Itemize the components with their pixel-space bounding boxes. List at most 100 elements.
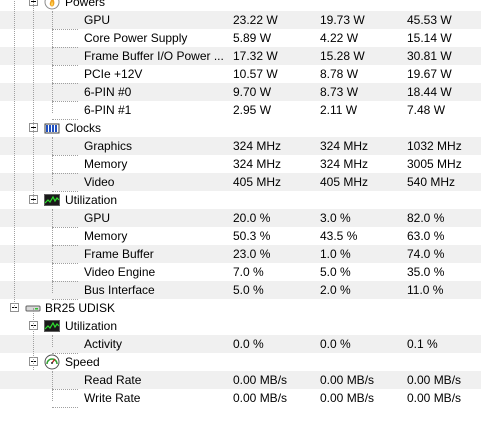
max-value: 35.0 % (407, 265, 445, 279)
current-value: 324 MHz (233, 157, 282, 171)
group-speed[interactable]: Speed (0, 353, 481, 371)
max-value: 1032 MHz (407, 139, 462, 153)
max-value: 30.81 W (407, 49, 452, 63)
max-value: 45.53 W (407, 13, 452, 27)
sensor-row[interactable]: 6-PIN #0 9.70 W 8.73 W 18.44 W (0, 83, 481, 101)
current-value: 5.0 % (233, 283, 264, 297)
sensor-label: Graphics (84, 139, 133, 153)
sensor-row[interactable]: Graphics 324 MHz 324 MHz 1032 MHz (0, 137, 481, 155)
max-value: 7.48 W (407, 103, 446, 117)
group-label: Utilization (65, 193, 118, 207)
group-label: Utilization (65, 319, 118, 333)
group-utilization[interactable]: Utilization (0, 317, 481, 335)
current-value: 10.57 W (233, 67, 278, 81)
max-value: 11.0 % (407, 283, 444, 297)
current-value: 0.00 MB/s (233, 391, 288, 405)
min-value: 324 MHz (320, 157, 369, 171)
min-value: 0.0 % (320, 337, 351, 351)
sensor-label: 6-PIN #1 (84, 103, 132, 117)
min-value: 15.28 W (320, 49, 365, 63)
current-value: 0.00 MB/s (233, 373, 288, 387)
sensor-label: Bus Interface (84, 283, 155, 297)
min-value: 405 MHz (320, 175, 369, 189)
group-powers[interactable]: Powers (0, 0, 481, 11)
group-utilization[interactable]: Utilization (0, 191, 481, 209)
device-br25-udisk[interactable]: BR25 UDISK (0, 299, 481, 317)
sensor-label: Core Power Supply (84, 31, 188, 45)
speedometer-icon (44, 354, 60, 370)
max-value: 82.0 % (407, 211, 445, 225)
sensor-label: Video (84, 175, 115, 189)
sensor-label: 6-PIN #0 (84, 85, 132, 99)
group-clocks[interactable]: Clocks (0, 119, 481, 137)
sensor-row[interactable]: Memory 324 MHz 324 MHz 3005 MHz (0, 155, 481, 173)
sensor-row[interactable]: GPU 20.0 % 3.0 % 82.0 % (0, 209, 481, 227)
current-value: 5.89 W (233, 31, 272, 45)
sensor-label: Video Engine (84, 265, 156, 279)
sensor-row[interactable]: Frame Buffer 23.0 % 1.0 % 74.0 % (0, 245, 481, 263)
sensor-tree: Powers GPU 23.22 W 19.73 W 45.53 W Core Pow… (0, 0, 481, 408)
current-value: 23.0 % (233, 247, 271, 261)
max-value: 63.0 % (407, 229, 445, 243)
current-value: 2.95 W (233, 103, 272, 117)
sensor-label: Read Rate (84, 373, 142, 387)
sensor-label: Activity (84, 337, 123, 351)
group-label: Powers (65, 0, 106, 9)
sensor-row[interactable]: GPU 23.22 W 19.73 W 45.53 W (0, 11, 481, 29)
current-value: 23.22 W (233, 13, 278, 27)
max-value: 74.0 % (407, 247, 445, 261)
min-value: 2.0 % (320, 283, 351, 297)
sensor-row[interactable]: Video Engine 7.0 % 5.0 % 35.0 % (0, 263, 481, 281)
max-value: 3005 MHz (407, 157, 462, 171)
min-value: 2.11 W (320, 103, 358, 117)
sensor-row[interactable]: Frame Buffer I/O Power ... 17.32 W 15.28 W… (0, 47, 481, 65)
max-value: 540 MHz (407, 175, 456, 189)
min-value: 3.0 % (320, 211, 351, 225)
current-value: 50.3 % (233, 229, 271, 243)
sensor-row[interactable]: Video 405 MHz 405 MHz 540 MHz (0, 173, 481, 191)
min-value: 0.00 MB/s (320, 373, 375, 387)
sensor-label: GPU (84, 13, 111, 27)
sensor-row[interactable]: Write Rate 0.00 MB/s 0.00 MB/s 0.00 MB/s (0, 389, 481, 407)
min-value: 8.78 W (320, 67, 359, 81)
max-value: 18.44 W (407, 85, 452, 99)
min-value: 43.5 % (320, 229, 358, 243)
current-value: 20.0 % (233, 211, 271, 225)
group-label: Speed (65, 355, 100, 369)
sensor-row[interactable]: Bus Interface 5.0 % 2.0 % 11.0 % (0, 281, 481, 299)
current-value: 17.32 W (233, 49, 278, 63)
sensor-label: GPU (84, 211, 111, 225)
sensor-row[interactable]: PCIe +12V 10.57 W 8.78 W 19.67 W (0, 65, 481, 83)
min-value: 1.0 % (320, 247, 351, 261)
sensor-row[interactable]: Activity 0.0 % 0.0 % 0.1 % (0, 335, 481, 353)
max-value: 0.00 MB/s (407, 391, 462, 405)
current-value: 7.0 % (233, 265, 264, 279)
max-value: 19.67 W (407, 67, 452, 81)
sensor-label: Frame Buffer (84, 247, 154, 261)
sensor-row[interactable]: Memory 50.3 % 43.5 % 63.0 % (0, 227, 481, 245)
utilization-graph-icon (44, 192, 60, 208)
min-value: 324 MHz (320, 139, 369, 153)
current-value: 405 MHz (233, 175, 282, 189)
sensor-label: Frame Buffer I/O Power ... (84, 49, 224, 63)
max-value: 0.1 % (407, 337, 438, 351)
current-value: 0.0 % (233, 337, 264, 351)
sensor-row[interactable]: Core Power Supply 5.89 W 4.22 W 15.14 W (0, 29, 481, 47)
flame-icon (44, 0, 60, 10)
sensor-label: Memory (84, 229, 128, 243)
sensor-row[interactable]: Read Rate 0.00 MB/s 0.00 MB/s 0.00 MB/s (0, 371, 481, 389)
sensor-row[interactable]: 6-PIN #1 2.95 W 2.11 W 7.48 W (0, 101, 481, 119)
current-value: 9.70 W (233, 85, 272, 99)
min-value: 0.00 MB/s (320, 391, 375, 405)
current-value: 324 MHz (233, 139, 282, 153)
min-value: 8.73 W (320, 85, 359, 99)
max-value: 15.14 W (407, 31, 452, 45)
max-value: 0.00 MB/s (407, 373, 462, 387)
min-value: 19.73 W (320, 13, 365, 27)
sensor-label: Memory (84, 157, 128, 171)
min-value: 5.0 % (320, 265, 351, 279)
sensor-label: Write Rate (84, 391, 141, 405)
min-value: 4.22 W (320, 31, 359, 45)
clock-bars-icon (44, 120, 60, 136)
utilization-graph-icon (44, 318, 60, 334)
